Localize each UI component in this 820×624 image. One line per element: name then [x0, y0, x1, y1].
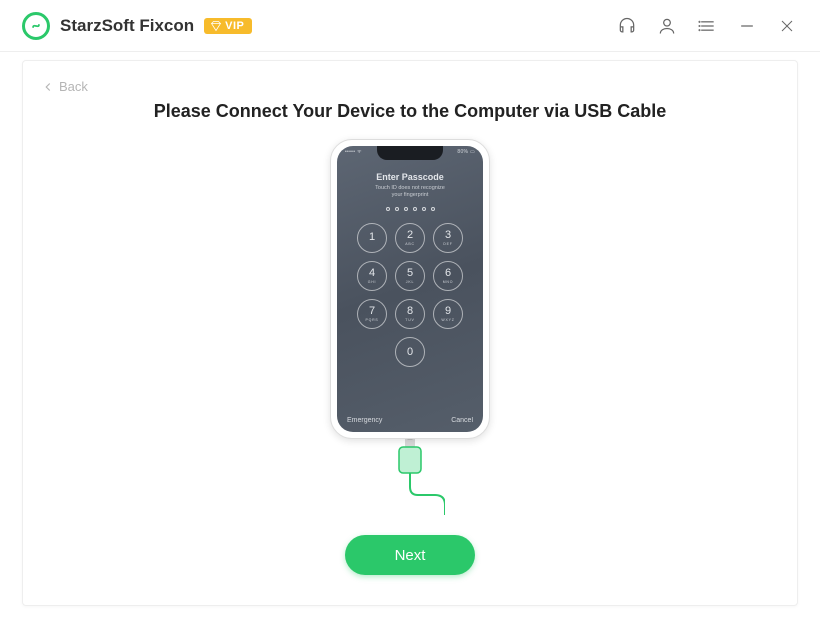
- usb-cable-illustration: [330, 437, 490, 515]
- logo-icon: [29, 19, 43, 33]
- app-logo: [22, 12, 50, 40]
- close-icon: [777, 16, 797, 36]
- phone-bottom-row: Emergency Cancel: [347, 417, 473, 424]
- next-button[interactable]: Next: [345, 535, 475, 575]
- cancel-label: Cancel: [451, 417, 473, 424]
- phone-frame: ••••• ᯤ 80% ▭ Enter Passcode Touch ID do…: [330, 139, 490, 439]
- vip-label: VIP: [225, 20, 244, 32]
- main-panel: Back Please Connect Your Device to the C…: [22, 60, 798, 606]
- back-button[interactable]: Back: [41, 79, 88, 94]
- emergency-label: Emergency: [347, 417, 382, 424]
- back-label: Back: [59, 79, 88, 94]
- keypad: 1 2ABC 3DEF 4GHI 5JKL 6MNO 7PQRS 8TUV 9W…: [337, 223, 483, 367]
- key-8: 8TUV: [395, 299, 425, 329]
- phone-notch: [377, 146, 443, 160]
- device-illustration: ••••• ᯤ 80% ▭ Enter Passcode Touch ID do…: [330, 139, 490, 515]
- diamond-icon: [210, 20, 222, 32]
- support-button[interactable]: [616, 15, 638, 37]
- vip-badge: VIP: [204, 18, 252, 34]
- passcode-title: Enter Passcode: [337, 172, 483, 182]
- headset-icon: [617, 16, 637, 36]
- status-left: ••••• ᯤ: [345, 149, 362, 155]
- minimize-button[interactable]: [736, 15, 758, 37]
- app-title: StarzSoft Fixcon: [60, 16, 194, 36]
- key-9: 9WXYZ: [433, 299, 463, 329]
- key-7: 7PQRS: [357, 299, 387, 329]
- user-icon: [657, 16, 677, 36]
- phone-screen: ••••• ᯤ 80% ▭ Enter Passcode Touch ID do…: [337, 146, 483, 432]
- key-3: 3DEF: [433, 223, 463, 253]
- key-5: 5JKL: [395, 261, 425, 291]
- account-button[interactable]: [656, 15, 678, 37]
- menu-button[interactable]: [696, 15, 718, 37]
- key-6: 6MNO: [433, 261, 463, 291]
- status-right: 80% ▭: [457, 149, 475, 155]
- minimize-icon: [737, 16, 757, 36]
- titlebar: StarzSoft Fixcon VIP: [0, 0, 820, 52]
- usb-icon: [375, 437, 445, 515]
- passcode-subtitle: Touch ID does not recognizeyour fingerpr…: [337, 185, 483, 199]
- menu-icon: [697, 16, 717, 36]
- key-1: 1: [357, 223, 387, 253]
- close-button[interactable]: [776, 15, 798, 37]
- chevron-left-icon: [41, 80, 55, 94]
- passcode-dots: [337, 207, 483, 211]
- instruction-text: Please Connect Your Device to the Comput…: [23, 101, 797, 122]
- key-4: 4GHI: [357, 261, 387, 291]
- key-0: 0: [395, 337, 425, 367]
- key-2: 2ABC: [395, 223, 425, 253]
